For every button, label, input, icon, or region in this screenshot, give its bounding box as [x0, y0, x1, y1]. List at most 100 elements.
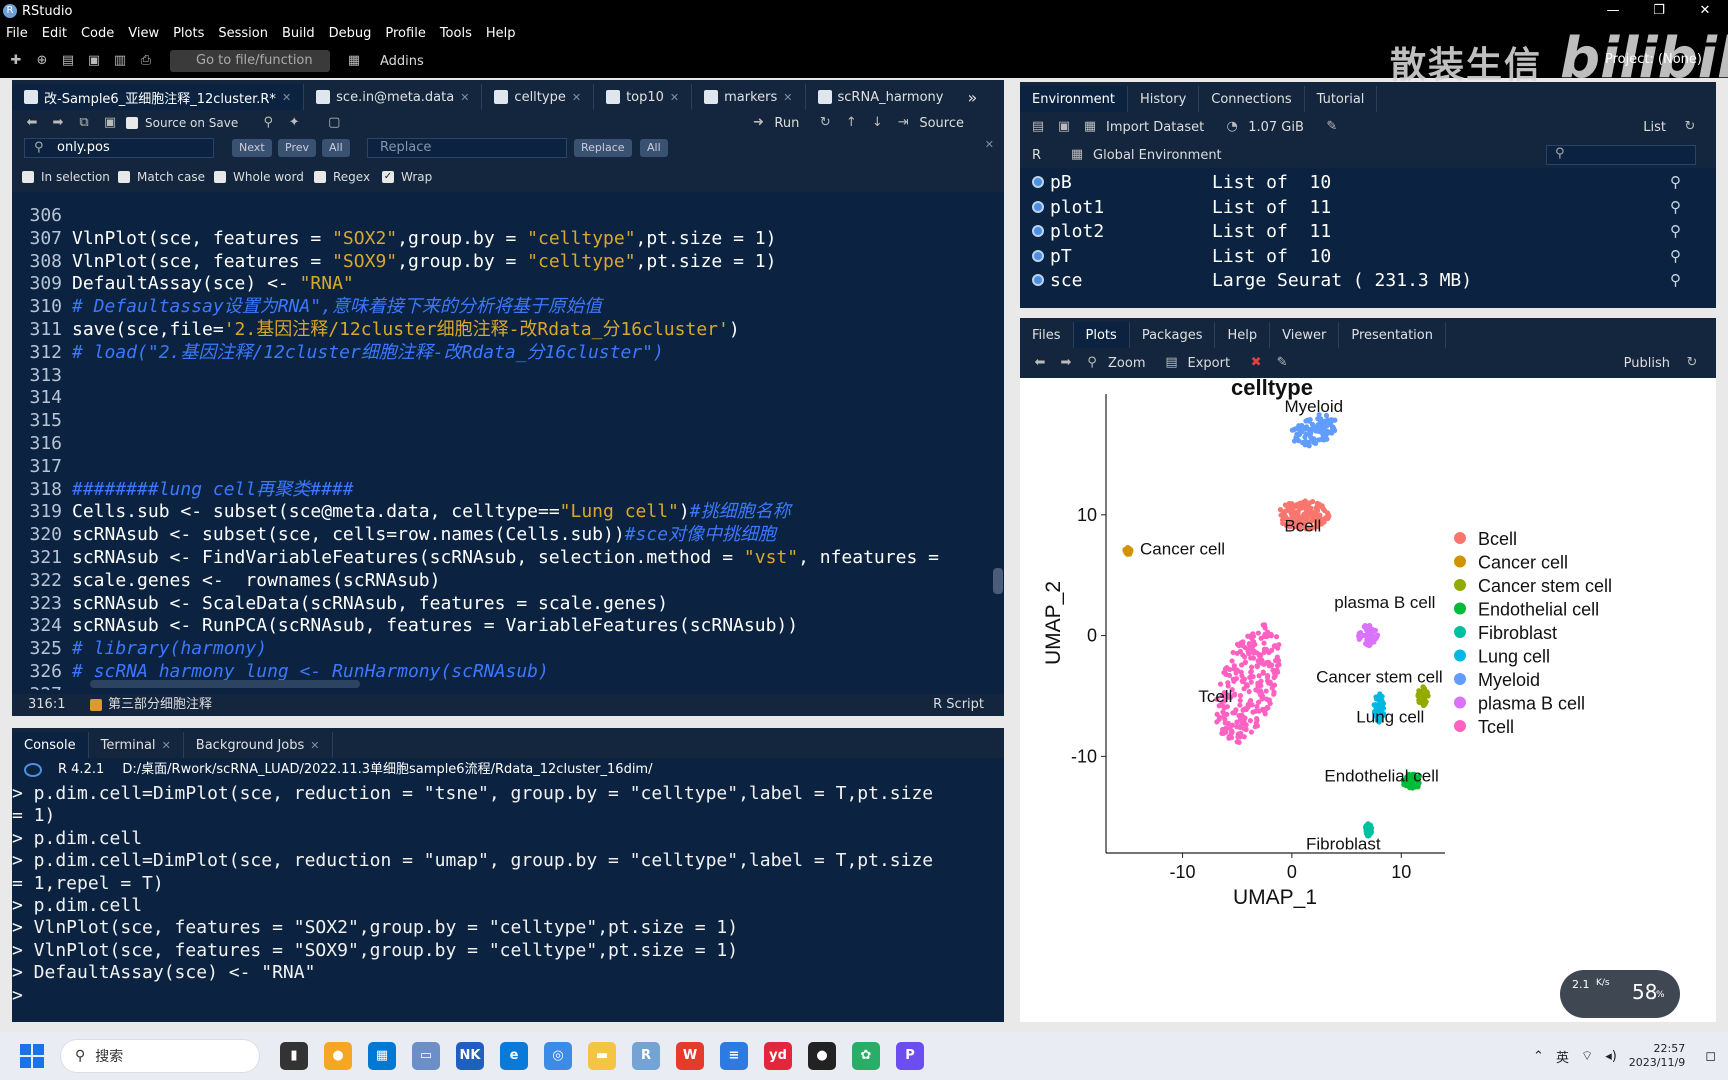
view-object-icon[interactable]: ⚲ [1670, 173, 1681, 191]
editor-hscrollbar-thumb[interactable] [90, 680, 360, 688]
source-on-save-checkbox[interactable]: Source on Save [126, 116, 238, 130]
tab-tutorial[interactable]: Tutorial [1305, 86, 1378, 112]
tab-files[interactable]: Files [1020, 322, 1074, 348]
next-plot-icon[interactable]: ➡ [1056, 354, 1076, 372]
nk-app-icon[interactable]: NK [456, 1042, 484, 1070]
run-icon[interactable]: ➜ [748, 114, 768, 132]
ime-indicator[interactable]: 英 [1556, 1047, 1569, 1066]
refresh-icon[interactable]: ↻ [1682, 354, 1702, 372]
goto-file-input[interactable]: Go to file/function [170, 50, 330, 72]
language-dropdown[interactable]: R [1032, 148, 1041, 163]
menu-file[interactable]: File [6, 26, 28, 41]
memory-usage[interactable]: 1.07 GiB [1248, 120, 1304, 135]
close-tab-icon[interactable]: ✕ [310, 739, 319, 752]
tab-terminal[interactable]: Terminal ✕ [89, 732, 184, 758]
tab-script[interactable]: 改-Sample6_亚细胞注释_12cluster.R* ✕ [12, 84, 305, 110]
open-file-icon[interactable]: ▤ [58, 52, 78, 70]
close-button[interactable]: ✕ [1682, 0, 1728, 22]
tab-viewer[interactable]: Viewer [1270, 322, 1340, 348]
tab-scrna-harmony[interactable]: scRNA_harmony [806, 84, 956, 110]
menu-edit[interactable]: Edit [42, 26, 67, 41]
tab-plots[interactable]: Plots [1073, 322, 1130, 348]
compile-report-icon[interactable]: ▢ [324, 114, 344, 132]
view-object-icon[interactable]: ⚲ [1670, 222, 1681, 240]
close-find-icon[interactable]: ✕ [985, 138, 994, 151]
tab-environment[interactable]: Environment [1020, 86, 1129, 112]
clear-broom-icon[interactable]: ✎ [1322, 118, 1342, 136]
grid-layout-icon[interactable]: ▦ [344, 52, 364, 70]
load-workspace-icon[interactable]: ▤ [1028, 118, 1048, 136]
task-view-icon[interactable]: ▮ [280, 1042, 308, 1070]
wechat-icon[interactable]: ✿ [852, 1042, 880, 1070]
code-editor[interactable]: 306 307 VlnPlot(sce, features = "SOX2",gro… [12, 205, 992, 690]
expand-object-icon[interactable] [1032, 176, 1044, 188]
show-in-window-icon[interactable]: ⧉ [74, 114, 94, 132]
console-output[interactable]: > p.dim.cell=DimPlot(sce, reduction = "t… [12, 783, 992, 1013]
tab-top10[interactable]: top10 ✕ [594, 84, 693, 110]
go-up-icon[interactable]: ↑ [841, 114, 861, 132]
tab-history[interactable]: History [1128, 86, 1200, 112]
export-icon[interactable]: ▤ [1161, 354, 1181, 372]
save-icon[interactable]: ▣ [84, 52, 104, 70]
find-all-button[interactable]: All [322, 139, 350, 157]
export-button[interactable]: Export [1187, 356, 1230, 371]
find-prev-button[interactable]: Prev [278, 139, 316, 157]
editor-scrollbar-thumb[interactable] [993, 568, 1003, 594]
publish-button[interactable]: Publish [1624, 356, 1670, 371]
notepad-icon[interactable]: ≡ [720, 1042, 748, 1070]
print-icon[interactable]: ⎙ [136, 52, 156, 70]
close-tab-icon[interactable]: ✕ [460, 91, 469, 104]
expand-object-icon[interactable] [1032, 274, 1044, 286]
run-button[interactable]: Run [774, 116, 799, 131]
save-icon[interactable]: ▣ [100, 114, 120, 132]
app-icon[interactable]: ● [324, 1042, 352, 1070]
browser-icon[interactable]: ◎ [544, 1042, 572, 1070]
notification-icon[interactable]: ◻ [1705, 1049, 1716, 1064]
refresh-icon[interactable]: ↻ [1680, 118, 1700, 136]
save-workspace-icon[interactable]: ▣ [1054, 118, 1074, 136]
rerun-icon[interactable]: ↻ [815, 114, 835, 132]
whole-word-checkbox[interactable]: Whole word [214, 170, 304, 184]
new-project-icon[interactable]: ⊕ [32, 52, 52, 70]
replace-button[interactable]: Replace [574, 139, 632, 157]
volume-icon[interactable]: ◂) [1605, 1049, 1617, 1064]
clock[interactable]: 22:57 2023/11/9 [1629, 1042, 1685, 1070]
close-tab-icon[interactable]: ✕ [783, 91, 792, 104]
save-all-icon[interactable]: ▥ [110, 52, 130, 70]
view-object-icon[interactable]: ⚲ [1670, 271, 1681, 289]
find-input[interactable]: only.pos [24, 138, 214, 158]
wrap-checkbox[interactable]: ✓ Wrap [382, 170, 432, 184]
zoom-button[interactable]: Zoom [1108, 356, 1145, 371]
environment-search-input[interactable]: ⚲ [1546, 145, 1696, 165]
import-dataset-button[interactable]: Import Dataset [1106, 120, 1204, 135]
file-type[interactable]: R Script [933, 694, 984, 716]
previous-plot-icon[interactable]: ⬅ [1030, 354, 1050, 372]
view-object-icon[interactable]: ⚲ [1670, 198, 1681, 216]
import-dataset-icon[interactable]: ▦ [1080, 118, 1100, 136]
tab-presentation[interactable]: Presentation [1339, 322, 1446, 348]
expand-object-icon[interactable] [1032, 200, 1044, 213]
tab-packages[interactable]: Packages [1130, 322, 1216, 348]
menu-code[interactable]: Code [81, 26, 114, 41]
windows-start-icon[interactable] [20, 1044, 44, 1068]
wps-icon[interactable]: W [676, 1042, 704, 1070]
tab-connections[interactable]: Connections [1199, 86, 1305, 112]
menu-tools[interactable]: Tools [440, 26, 472, 41]
zoom-icon[interactable]: ⚲ [1082, 354, 1102, 372]
addins-menu[interactable]: Addins [380, 54, 424, 69]
find-next-button[interactable]: Next [232, 139, 272, 157]
rstudio-taskbar-icon[interactable]: R [632, 1042, 660, 1070]
close-tab-icon[interactable]: ✕ [572, 91, 581, 104]
replace-input[interactable]: Replace [367, 138, 567, 158]
tab-console[interactable]: Console [12, 732, 89, 758]
tab-meta-data[interactable]: sce.in@meta.data ✕ [304, 84, 483, 110]
youdao-icon[interactable]: yd [764, 1042, 792, 1070]
p-app-icon[interactable]: P [896, 1042, 924, 1070]
tab-background-jobs[interactable]: Background Jobs ✕ [184, 732, 333, 758]
regex-checkbox[interactable]: Regex [314, 170, 370, 184]
new-file-icon[interactable]: ✚ [6, 52, 26, 70]
match-case-checkbox[interactable]: Match case [118, 170, 205, 184]
close-tab-icon[interactable]: ✕ [670, 91, 679, 104]
store-icon[interactable]: ▦ [368, 1042, 396, 1070]
maximize-button[interactable]: ❐ [1636, 0, 1682, 22]
